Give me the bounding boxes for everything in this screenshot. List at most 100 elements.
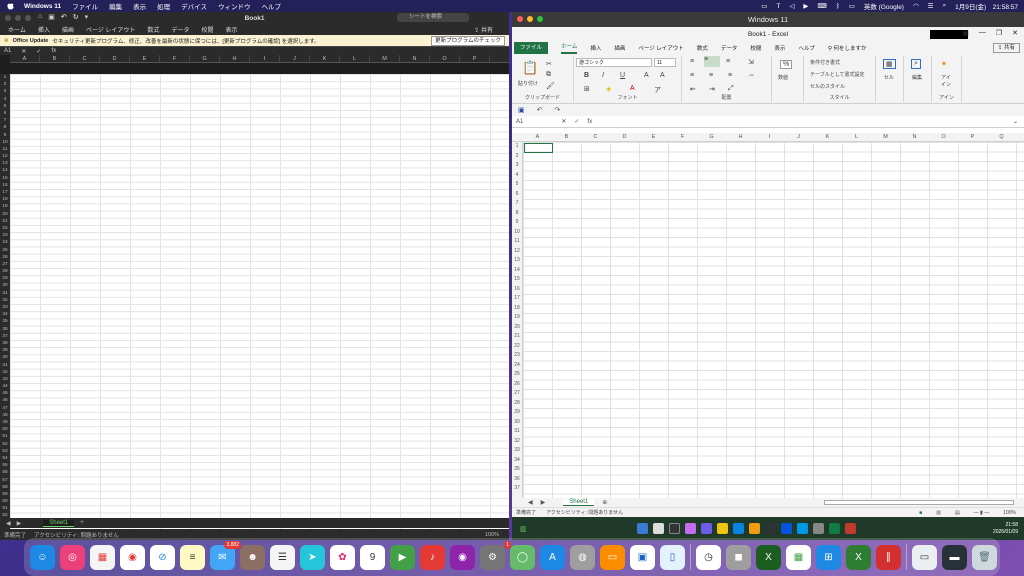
task-view-icon[interactable] xyxy=(668,523,680,534)
fx-label[interactable]: fx xyxy=(587,119,592,125)
row-header[interactable]: 49 xyxy=(0,419,10,426)
row-header[interactable]: 9 xyxy=(0,132,10,139)
row-header[interactable]: 20 xyxy=(512,323,522,333)
row-header[interactable]: 36 xyxy=(512,475,522,485)
row-header[interactable]: 51 xyxy=(0,433,10,440)
tab-home[interactable]: ホーム xyxy=(8,25,26,34)
edit-label[interactable]: 編集 xyxy=(912,74,922,81)
sheet-tab[interactable]: Sheet1 xyxy=(43,519,75,527)
column-header[interactable]: G xyxy=(697,133,726,142)
windows-icon[interactable]: ⊞ xyxy=(816,544,841,570)
row-header[interactable]: 45 xyxy=(0,390,10,397)
fill-color-icon[interactable]: ◈ xyxy=(606,85,611,93)
row-header[interactable]: 54 xyxy=(0,455,10,462)
sound-icon[interactable]: ◁ xyxy=(789,2,794,10)
zoom-slider[interactable]: — ▮ — xyxy=(974,510,990,516)
row-header[interactable]: 15 xyxy=(0,175,10,182)
tab-draw[interactable]: 描画 xyxy=(62,25,74,34)
row-header[interactable]: 8 xyxy=(0,124,10,131)
column-header[interactable]: E xyxy=(130,55,160,62)
column-header[interactable]: I xyxy=(755,133,784,142)
safari-icon[interactable]: ⊘ xyxy=(150,544,175,570)
tab-formulas[interactable]: 数式 xyxy=(697,44,708,52)
row-header[interactable]: 29 xyxy=(0,275,10,282)
column-header[interactable]: J xyxy=(280,55,310,62)
row-header[interactable]: 40 xyxy=(0,354,10,361)
column-header[interactable]: C xyxy=(70,55,100,62)
column-header[interactable]: Q xyxy=(987,133,1016,142)
row-header[interactable]: 14 xyxy=(0,167,10,174)
cast-icon[interactable]: ▭ xyxy=(761,2,767,10)
row-header[interactable]: 58 xyxy=(0,484,10,491)
podcasts-icon[interactable]: ◉ xyxy=(450,544,475,570)
undo-icon[interactable]: ↶ xyxy=(537,106,543,114)
screen-icon[interactable]: ▬ xyxy=(942,544,967,570)
store-icon[interactable] xyxy=(764,523,776,534)
notes-icon[interactable]: ≡ xyxy=(180,544,205,570)
bluetooth-icon[interactable]: ᛒ xyxy=(836,3,840,10)
row-header[interactable]: 6 xyxy=(0,110,10,117)
cell-grid[interactable] xyxy=(523,142,1024,498)
row-header[interactable]: 22 xyxy=(512,342,522,352)
column-header[interactable]: F xyxy=(160,55,190,62)
row-header[interactable]: 34 xyxy=(512,456,522,466)
column-header[interactable]: H xyxy=(726,133,755,142)
row-header[interactable]: 11 xyxy=(0,146,10,153)
row-header[interactable]: 27 xyxy=(0,261,10,268)
row-header[interactable]: 27 xyxy=(512,389,522,399)
datetime[interactable]: 1月9日(金) 21:58:57 xyxy=(955,1,1018,11)
phonetic-icon[interactable]: ア xyxy=(654,85,661,95)
row-header[interactable]: 37 xyxy=(512,484,522,494)
column-header[interactable]: L xyxy=(842,133,871,142)
row-header[interactable]: 35 xyxy=(0,318,10,325)
row-header[interactable]: 28 xyxy=(0,268,10,275)
row-header[interactable]: 3 xyxy=(512,161,522,171)
widgets-icon[interactable]: ▥ xyxy=(520,525,527,533)
font-size-select[interactable]: 11 xyxy=(654,58,676,67)
document-icon[interactable]: ▭ xyxy=(912,544,937,570)
align-top-icon[interactable]: ≡ xyxy=(690,58,694,65)
formula-cancel-icon[interactable]: ✕ xyxy=(21,48,26,55)
tab-insert[interactable]: 挿入 xyxy=(590,44,601,52)
app-store-icon[interactable]: A xyxy=(540,544,565,570)
row-header[interactable]: 17 xyxy=(0,189,10,196)
selected-cell-a1[interactable] xyxy=(524,143,553,153)
formula-expand-icon[interactable]: ⌄ xyxy=(1013,118,1018,125)
tab-help[interactable]: ヘルプ xyxy=(798,44,815,52)
save-icon[interactable]: ▣ xyxy=(518,106,525,114)
row-header[interactable]: 2 xyxy=(512,152,522,162)
row-header[interactable]: 19 xyxy=(0,203,10,210)
control-center-icon[interactable]: ☰ xyxy=(928,2,934,10)
redo-icon[interactable]: ↻ xyxy=(73,13,79,21)
close-button[interactable] xyxy=(517,16,523,22)
row-header[interactable]: 35 xyxy=(512,465,522,475)
row-header[interactable]: 42 xyxy=(0,369,10,376)
font-name-select[interactable]: 游ゴシック xyxy=(576,58,652,67)
add-sheet-icon[interactable]: ⊕ xyxy=(602,499,607,506)
wrap-text-icon[interactable]: ⇲ xyxy=(748,58,754,66)
tab-review[interactable]: 校閲 xyxy=(201,25,213,34)
status-accessibility[interactable]: アクセシビリティ: 問題ありません xyxy=(546,509,623,516)
row-header[interactable]: 29 xyxy=(512,408,522,418)
tab-insert[interactable]: 挿入 xyxy=(38,25,50,34)
merge-icon[interactable]: ⇔ xyxy=(748,72,755,79)
battery-icon[interactable]: ▭ xyxy=(849,2,855,10)
excel-vm-icon[interactable]: X xyxy=(846,544,871,570)
percent-icon[interactable]: % xyxy=(780,60,793,69)
italic-icon[interactable]: I xyxy=(602,72,604,79)
photos-grid-icon[interactable]: ▦ xyxy=(90,544,115,570)
clock-icon[interactable]: ◷ xyxy=(696,544,721,570)
underline-icon[interactable]: U xyxy=(620,72,625,79)
column-header[interactable]: O xyxy=(929,133,958,142)
row-header[interactable]: 22 xyxy=(0,225,10,232)
table-format-button[interactable]: テーブルとして書式設定 xyxy=(810,71,865,78)
column-header[interactable]: B xyxy=(40,55,70,62)
fx-icon[interactable]: fx xyxy=(51,48,56,54)
close-button[interactable] xyxy=(5,15,11,21)
column-header[interactable]: P xyxy=(958,133,987,142)
row-header[interactable]: 5 xyxy=(0,103,10,110)
row-header[interactable]: 4 xyxy=(0,96,10,103)
minimize-button[interactable] xyxy=(527,16,533,22)
indent-decrease-icon[interactable]: ⇤ xyxy=(690,85,696,93)
search-icon[interactable]: ⌕ xyxy=(911,59,921,69)
